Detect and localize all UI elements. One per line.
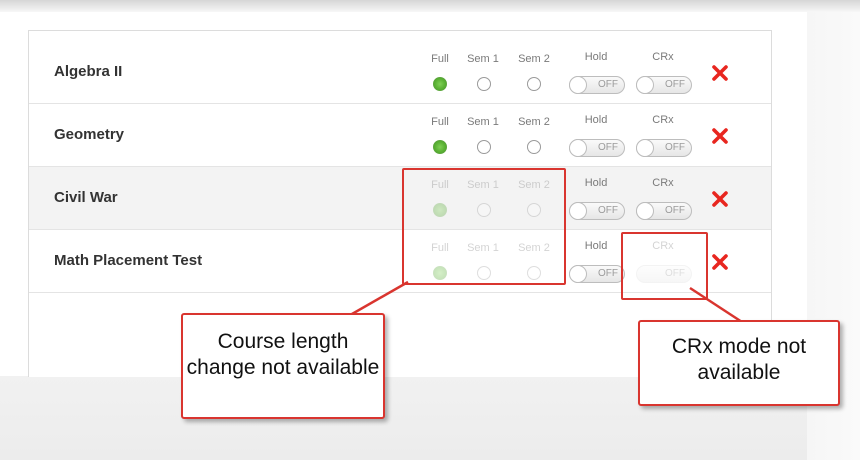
crx-toggle[interactable]: OFF: [636, 139, 692, 157]
hold-toggle[interactable]: OFF: [569, 202, 625, 220]
course-name: Algebra II: [54, 63, 123, 80]
sem1-label: Sem 1: [467, 53, 499, 65]
hold-label: Hold: [584, 114, 608, 126]
course-row-civil-war: Civil War Full Sem 1 Sem 2 Hold OFF CRx …: [29, 167, 771, 230]
toggle-state: OFF: [598, 79, 618, 90]
delete-icon[interactable]: [712, 128, 728, 144]
delete-icon[interactable]: [712, 191, 728, 207]
toggle-knob: [636, 139, 654, 157]
crx-toggle[interactable]: OFF: [636, 76, 692, 94]
full-radio[interactable]: [433, 140, 447, 154]
crx-mode-callout: CRx mode not available: [638, 320, 840, 406]
full-radio[interactable]: [433, 77, 447, 91]
sem1-radio[interactable]: [477, 77, 491, 91]
toggle-state: OFF: [665, 205, 685, 216]
course-name: Civil War: [54, 189, 118, 206]
toggle-knob: [636, 202, 654, 220]
course-row-geometry: Geometry Full Sem 1 Sem 2 Hold OFF CRx O…: [29, 104, 771, 167]
hold-toggle[interactable]: OFF: [569, 139, 625, 157]
sem2-radio[interactable]: [527, 77, 541, 91]
hold-label: Hold: [584, 51, 608, 63]
sem1-label: Sem 1: [467, 116, 499, 128]
toggle-state: OFF: [598, 268, 618, 279]
sem2-label: Sem 2: [518, 116, 550, 128]
crx-label: CRx: [652, 51, 674, 63]
crx-label: CRx: [652, 114, 674, 126]
delete-icon[interactable]: [712, 65, 728, 81]
hold-toggle[interactable]: OFF: [569, 76, 625, 94]
full-label: Full: [431, 116, 449, 128]
toggle-state: OFF: [665, 79, 685, 90]
toggle-knob: [569, 76, 587, 94]
hold-toggle[interactable]: OFF: [569, 265, 625, 283]
sem2-radio[interactable]: [527, 140, 541, 154]
course-length-highlight: [402, 168, 566, 285]
toggle-knob: [569, 265, 587, 283]
course-length-callout: Course length change not available: [181, 313, 385, 419]
sem2-label: Sem 2: [518, 53, 550, 65]
hold-label: Hold: [584, 240, 608, 252]
crx-highlight: [621, 232, 708, 300]
crx-toggle[interactable]: OFF: [636, 202, 692, 220]
crx-label: CRx: [652, 177, 674, 189]
toggle-state: OFF: [598, 205, 618, 216]
top-shade: [0, 0, 860, 12]
course-name: Geometry: [54, 126, 125, 143]
hold-label: Hold: [584, 177, 608, 189]
sem1-radio[interactable]: [477, 140, 491, 154]
toggle-state: OFF: [598, 142, 618, 153]
toggle-knob: [636, 76, 654, 94]
course-name: Math Placement Test: [54, 252, 203, 269]
delete-icon[interactable]: [712, 254, 728, 270]
toggle-knob: [569, 202, 587, 220]
course-row-algebra-ii: Algebra II Full Sem 1 Sem 2 Hold OFF CRx…: [29, 41, 771, 104]
toggle-state: OFF: [665, 142, 685, 153]
toggle-knob: [569, 139, 587, 157]
full-label: Full: [431, 53, 449, 65]
